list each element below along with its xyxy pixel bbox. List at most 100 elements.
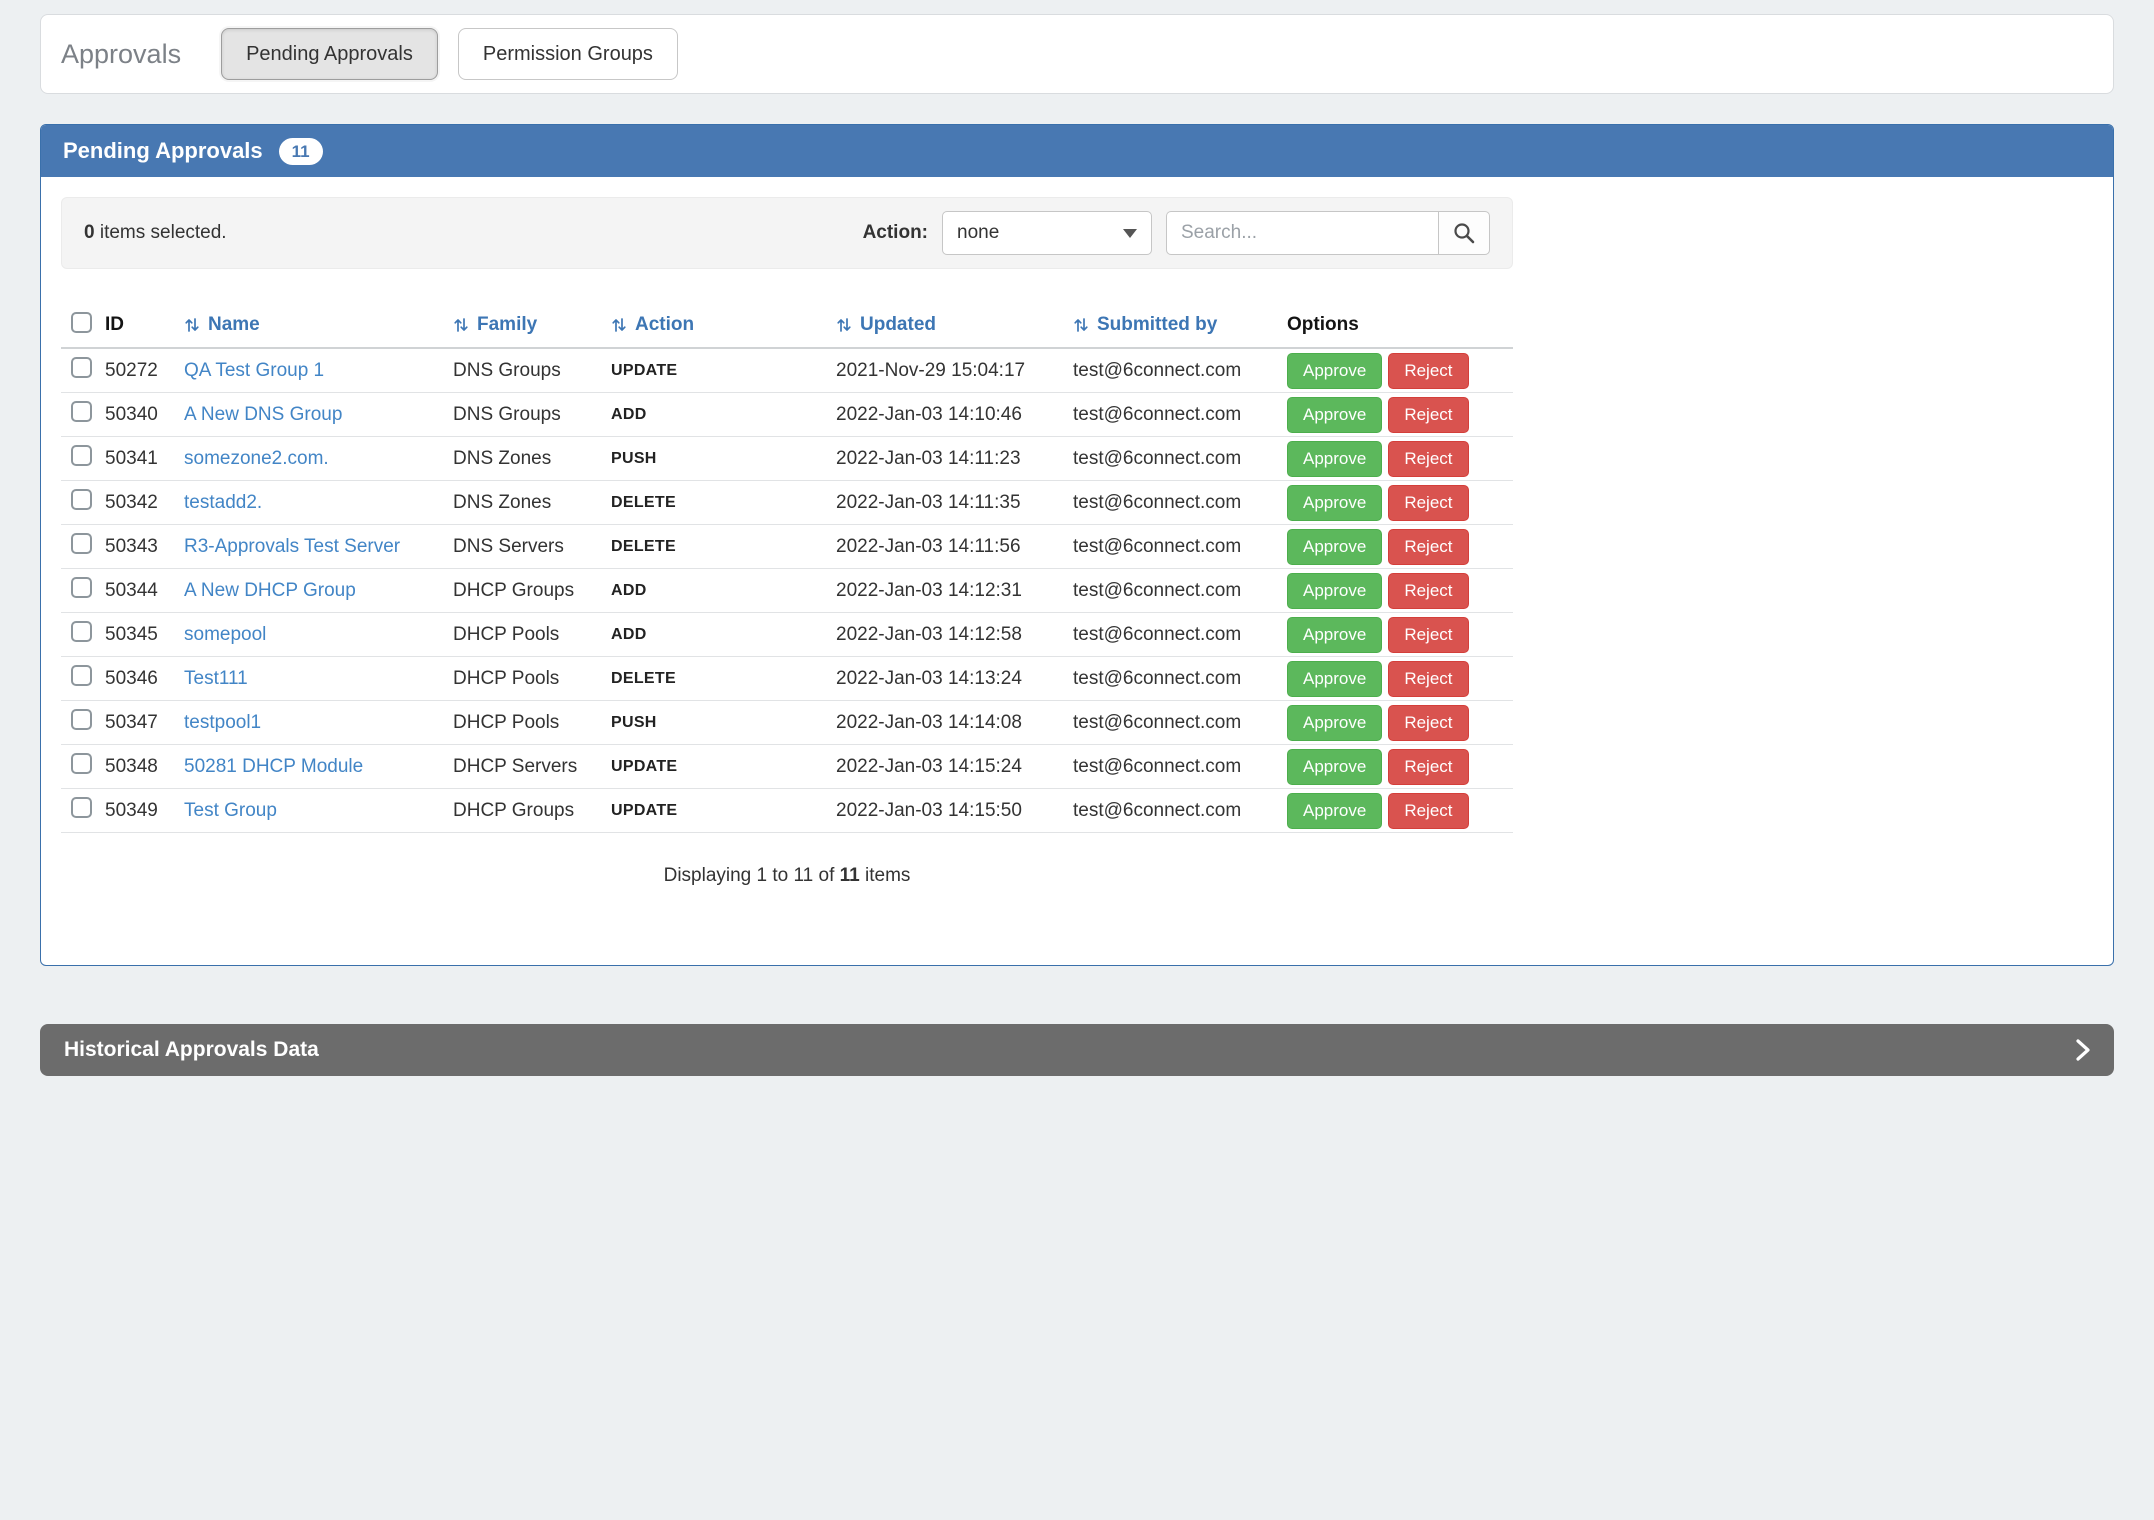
reject-button[interactable]: Reject [1388, 573, 1468, 609]
column-header-name[interactable]: Name [184, 314, 453, 336]
action-label: Action: [863, 222, 928, 244]
row-submitted-by: test@6connect.com [1073, 668, 1287, 690]
row-checkbox-cell [61, 665, 105, 692]
column-header-updated[interactable]: Updated [836, 314, 1073, 336]
column-header-family-label: Family [477, 314, 537, 336]
historical-approvals-bar[interactable]: Historical Approvals Data [40, 1024, 2114, 1076]
column-header-family[interactable]: Family [453, 314, 611, 336]
reject-button[interactable]: Reject [1388, 529, 1468, 565]
toolbar-right: Action: none [863, 211, 1490, 255]
row-family: DHCP Pools [453, 624, 611, 646]
column-header-options: Options [1287, 314, 1513, 336]
row-name-link[interactable]: Test Group [184, 800, 277, 821]
select-caret-icon [1123, 229, 1137, 238]
row-family: DNS Zones [453, 492, 611, 514]
column-header-submitted-by[interactable]: Submitted by [1073, 314, 1287, 336]
approve-button[interactable]: Approve [1287, 529, 1382, 565]
row-updated: 2021-Nov-29 15:04:17 [836, 360, 1073, 382]
select-all-checkbox[interactable] [71, 312, 92, 333]
approve-button[interactable]: Approve [1287, 573, 1382, 609]
row-name-link[interactable]: testadd2. [184, 492, 262, 513]
reject-button[interactable]: Reject [1388, 793, 1468, 829]
row-name-cell: testpool1 [184, 712, 453, 734]
row-checkbox[interactable] [71, 357, 92, 378]
row-options: Approve Reject [1287, 441, 1513, 477]
row-checkbox[interactable] [71, 401, 92, 422]
row-checkbox[interactable] [71, 577, 92, 598]
approve-button[interactable]: Approve [1287, 661, 1382, 697]
row-id: 50345 [105, 624, 184, 646]
footer-count: 11 [840, 865, 860, 886]
row-checkbox[interactable] [71, 445, 92, 466]
row-name-link[interactable]: A New DNS Group [184, 404, 342, 425]
row-updated: 2022-Jan-03 14:12:31 [836, 580, 1073, 602]
row-checkbox-cell [61, 709, 105, 736]
tab-permission-groups[interactable]: Permission Groups [458, 28, 678, 80]
reject-button[interactable]: Reject [1388, 617, 1468, 653]
table-row: 50341 somezone2.com. DNS Zones PUSH 2022… [61, 437, 1513, 481]
table-row: 50346 Test111 DHCP Pools DELETE 2022-Jan… [61, 657, 1513, 701]
row-checkbox[interactable] [71, 797, 92, 818]
row-id: 50347 [105, 712, 184, 734]
row-checkbox-cell [61, 401, 105, 428]
row-action: DELETE [611, 494, 836, 512]
row-name-link[interactable]: Test111 [184, 668, 248, 689]
row-family: DHCP Pools [453, 668, 611, 690]
row-checkbox[interactable] [71, 621, 92, 642]
reject-button[interactable]: Reject [1388, 705, 1468, 741]
search-input[interactable] [1166, 211, 1438, 255]
reject-button[interactable]: Reject [1388, 485, 1468, 521]
row-name-link[interactable]: 50281 DHCP Module [184, 756, 363, 777]
toolbar: 0 items selected. Action: none [61, 197, 1513, 269]
approve-button[interactable]: Approve [1287, 705, 1382, 741]
row-name-link[interactable]: testpool1 [184, 712, 261, 733]
row-submitted-by: test@6connect.com [1073, 756, 1287, 778]
reject-button[interactable]: Reject [1388, 397, 1468, 433]
row-checkbox-cell [61, 753, 105, 780]
row-checkbox[interactable] [71, 753, 92, 774]
approve-button[interactable]: Approve [1287, 617, 1382, 653]
table-row: 50349 Test Group DHCP Groups UPDATE 2022… [61, 789, 1513, 833]
row-name-link[interactable]: QA Test Group 1 [184, 360, 324, 381]
approve-button[interactable]: Approve [1287, 485, 1382, 521]
row-checkbox[interactable] [71, 489, 92, 510]
row-name-cell: Test Group [184, 800, 453, 822]
row-name-link[interactable]: R3-Approvals Test Server [184, 536, 400, 557]
row-checkbox-cell [61, 445, 105, 472]
table-row: 50345 somepool DHCP Pools ADD 2022-Jan-0… [61, 613, 1513, 657]
row-checkbox[interactable] [71, 709, 92, 730]
historical-title: Historical Approvals Data [64, 1038, 319, 1062]
row-name-link[interactable]: somezone2.com. [184, 448, 329, 469]
row-name-link[interactable]: somepool [184, 624, 266, 645]
row-name-link[interactable]: A New DHCP Group [184, 580, 356, 601]
row-action: PUSH [611, 714, 836, 732]
panel-body: 0 items selected. Action: none [41, 177, 2113, 907]
column-header-action[interactable]: Action [611, 314, 836, 336]
row-options: Approve Reject [1287, 485, 1513, 521]
row-id: 50348 [105, 756, 184, 778]
row-options: Approve Reject [1287, 573, 1513, 609]
approve-button[interactable]: Approve [1287, 353, 1382, 389]
reject-button[interactable]: Reject [1388, 353, 1468, 389]
search-icon [1452, 221, 1476, 245]
approve-button[interactable]: Approve [1287, 397, 1382, 433]
reject-button[interactable]: Reject [1388, 661, 1468, 697]
tab-pending-approvals[interactable]: Pending Approvals [221, 28, 438, 80]
search-button[interactable] [1438, 211, 1490, 255]
approve-button[interactable]: Approve [1287, 441, 1382, 477]
table-footer: Displaying 1 to 11 of 11 items [61, 865, 1513, 887]
row-checkbox[interactable] [71, 533, 92, 554]
table-row: 50347 testpool1 DHCP Pools PUSH 2022-Jan… [61, 701, 1513, 745]
row-updated: 2022-Jan-03 14:12:58 [836, 624, 1073, 646]
row-checkbox[interactable] [71, 665, 92, 686]
row-submitted-by: test@6connect.com [1073, 448, 1287, 470]
reject-button[interactable]: Reject [1388, 441, 1468, 477]
approve-button[interactable]: Approve [1287, 749, 1382, 785]
reject-button[interactable]: Reject [1388, 749, 1468, 785]
action-select[interactable]: none [942, 211, 1152, 255]
approve-button[interactable]: Approve [1287, 793, 1382, 829]
row-name-cell: QA Test Group 1 [184, 360, 453, 382]
row-action: UPDATE [611, 362, 836, 380]
sort-icon [1073, 316, 1089, 334]
row-updated: 2022-Jan-03 14:15:50 [836, 800, 1073, 822]
